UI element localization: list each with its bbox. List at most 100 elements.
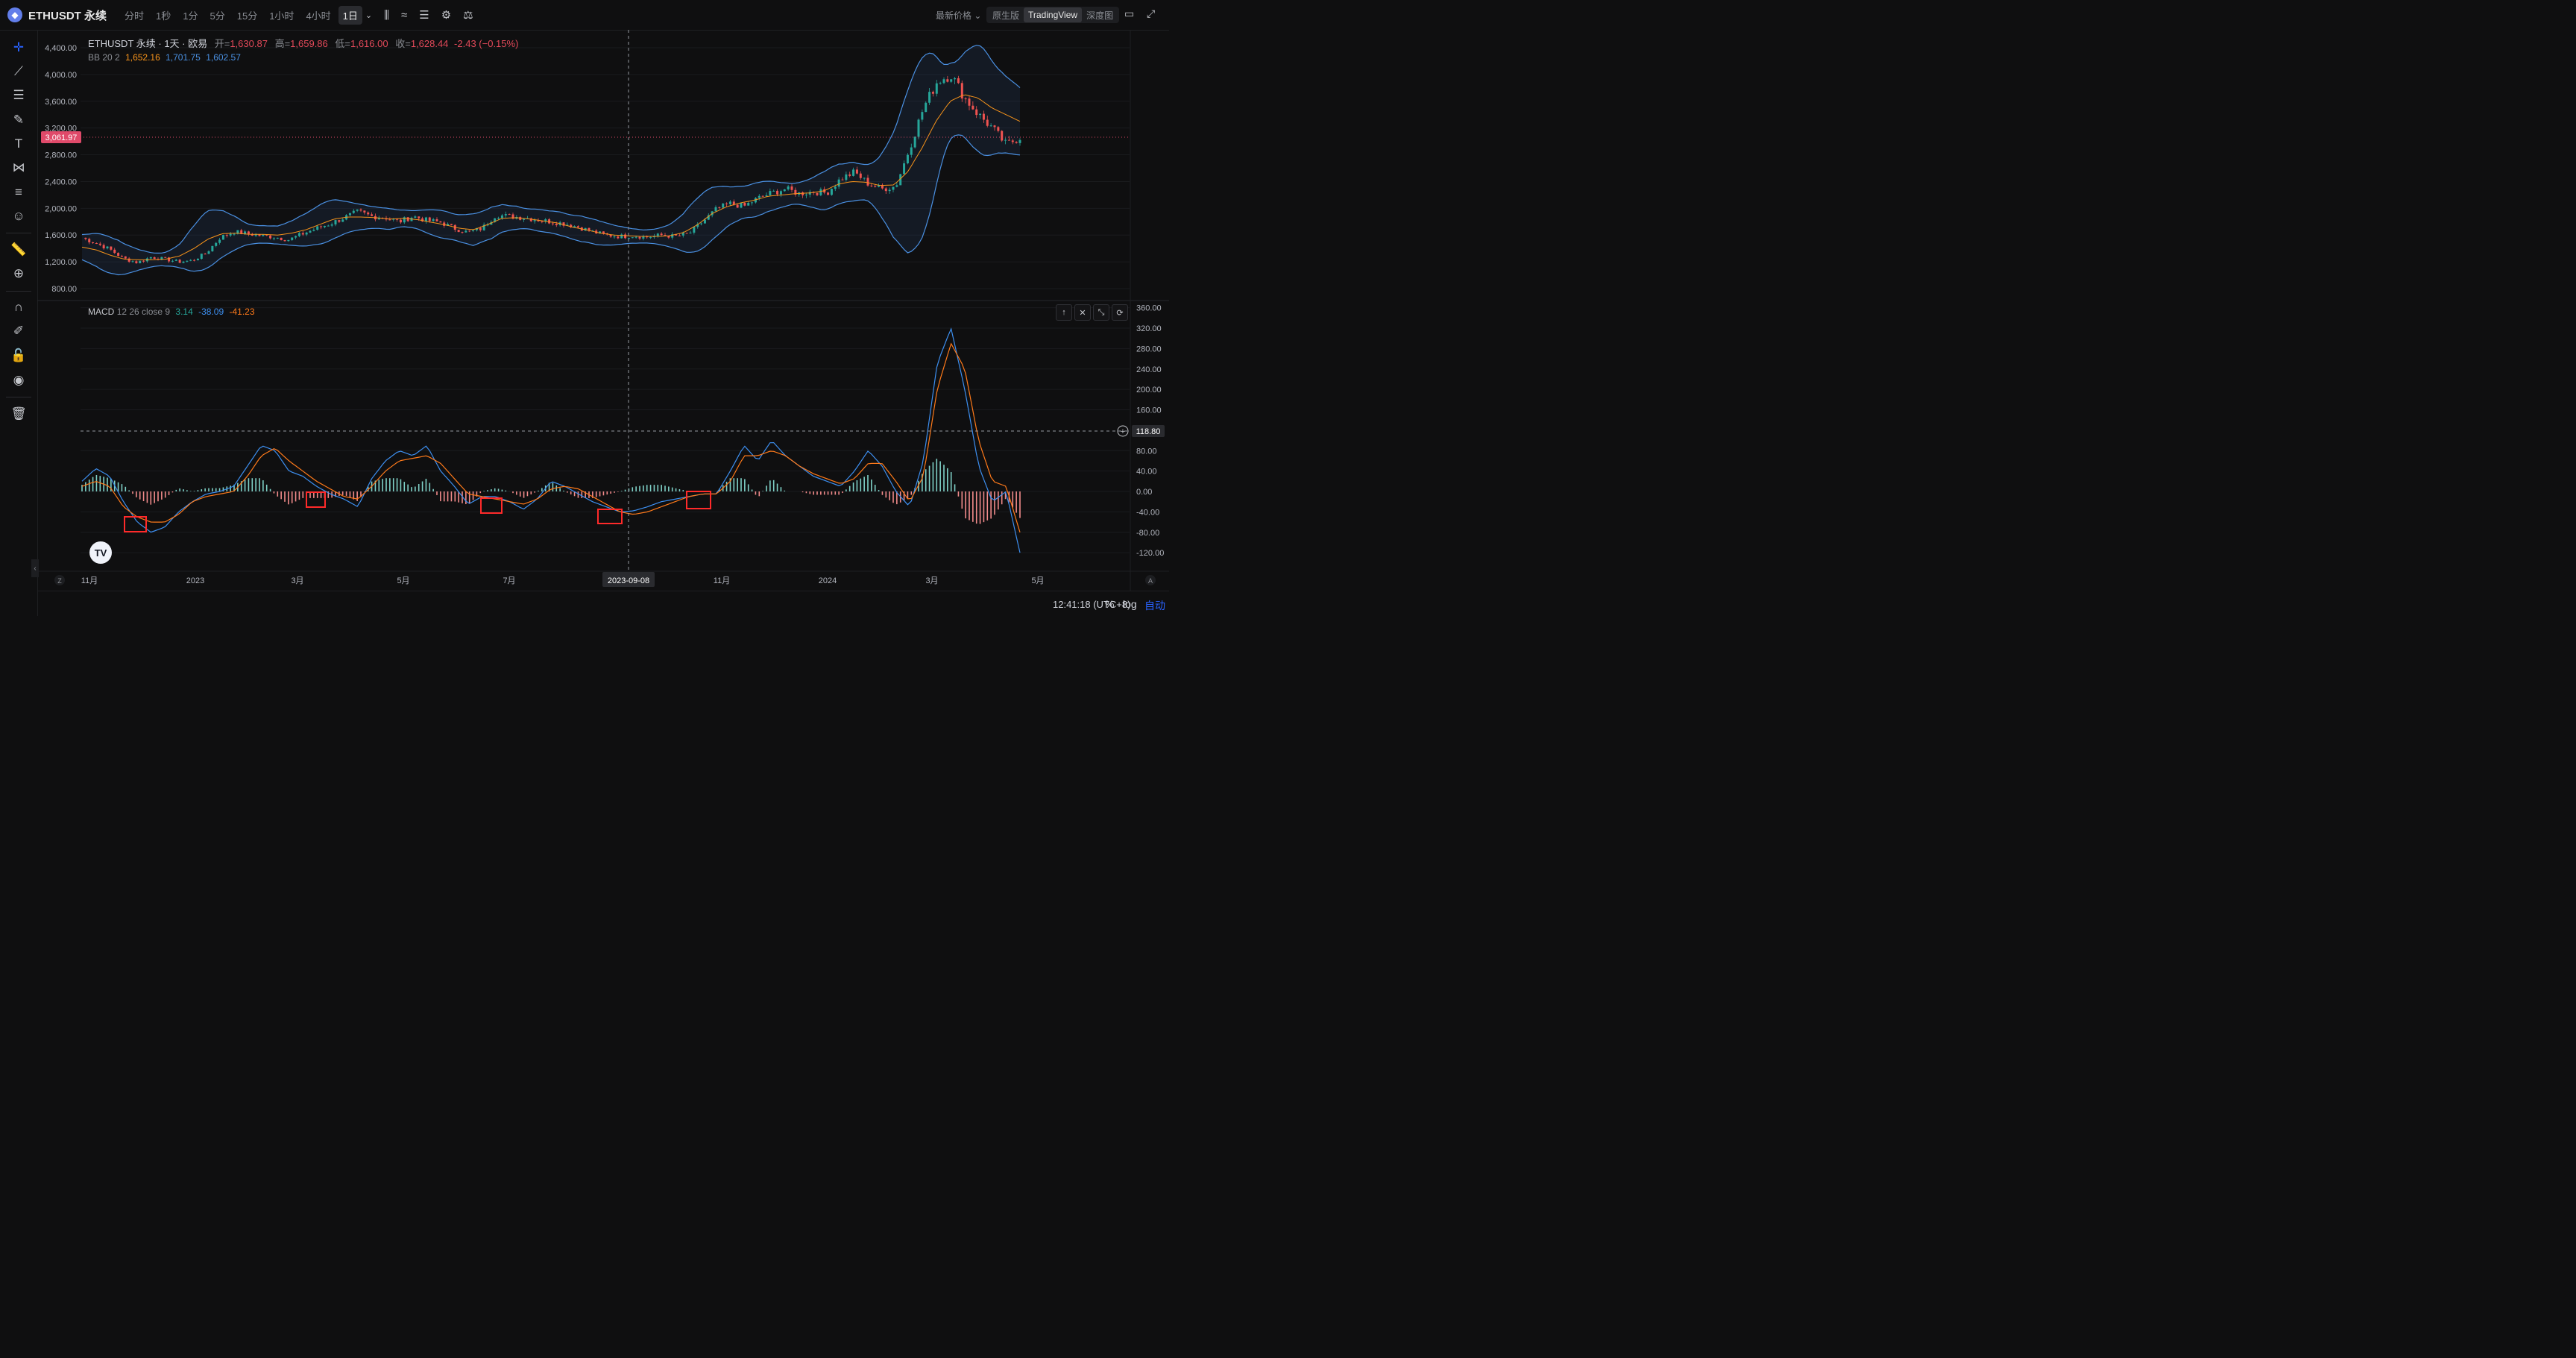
time-tick-label: 5月 — [1031, 576, 1044, 585]
trend-line-icon[interactable]: ⟋ — [9, 62, 28, 81]
candle-body — [1007, 139, 1010, 141]
ruler-icon[interactable]: 📏 — [9, 240, 28, 260]
high-value: 1,659.86 — [290, 38, 328, 49]
candle-body — [928, 92, 931, 103]
candle-body — [127, 258, 130, 262]
interval-1s[interactable]: 1秒 — [151, 6, 175, 25]
symbol-selector[interactable]: ETHUSDT 永续 — [28, 7, 107, 23]
candle-body — [428, 217, 431, 221]
fib-icon[interactable]: ≡ — [9, 183, 28, 202]
candle-body — [555, 224, 558, 225]
candle-body — [620, 234, 623, 239]
view-tradingview[interactable]: TradingView — [1024, 7, 1083, 22]
candle-body — [323, 225, 326, 227]
emoji-icon[interactable]: ☺ — [9, 207, 28, 226]
candle-body — [490, 221, 493, 225]
text-icon[interactable]: T — [9, 134, 28, 154]
layout-icon[interactable]: ▭ — [1124, 7, 1134, 20]
candle-body — [211, 245, 214, 252]
price-tick-label: 4,400.00 — [45, 44, 77, 53]
candle-body — [399, 219, 402, 223]
pane-up-button[interactable]: ↑ — [1056, 304, 1072, 321]
interval-tick[interactable]: 分时 — [120, 6, 148, 25]
candle-body — [627, 238, 630, 239]
candle-body — [570, 224, 573, 227]
candle-body — [925, 102, 928, 113]
interval-1d[interactable]: 1日 — [338, 5, 362, 25]
price-type-selector[interactable]: 最新价格 ⌄ — [936, 9, 981, 22]
percent-button[interactable]: % — [1105, 598, 1114, 610]
macd-tick-label: 40.00 — [1136, 468, 1157, 477]
candle-body — [189, 260, 192, 261]
interval-15m[interactable]: 15分 — [233, 6, 262, 25]
eye-icon[interactable]: ◉ — [9, 371, 28, 390]
candle-body — [117, 253, 120, 257]
candle-body — [475, 227, 478, 230]
candle-body — [95, 243, 98, 245]
interval-5m[interactable]: 5分 — [206, 6, 230, 25]
brush-icon[interactable]: ✎ — [9, 110, 28, 130]
time-tick-label: 3月 — [291, 576, 303, 585]
macd-tick-label: 160.00 — [1136, 406, 1162, 415]
collapse-toolbar-button[interactable]: ‹ — [31, 559, 39, 577]
gear-icon[interactable]: ⚙ — [441, 8, 451, 22]
candle-body — [500, 215, 503, 219]
candle-body — [371, 214, 374, 216]
candle-body — [511, 214, 514, 219]
candle-body — [515, 217, 518, 219]
log-button[interactable]: log — [1123, 598, 1137, 610]
list-icon[interactable]: ☰ — [419, 8, 429, 22]
candle-body — [703, 219, 706, 224]
crosshair-icon[interactable]: ✛ — [9, 38, 28, 57]
candle-body — [743, 202, 746, 206]
bb-params: 20 2 — [102, 52, 120, 63]
lock-icon[interactable]: 🔓 — [9, 346, 28, 365]
trash-icon[interactable]: 🗑 — [9, 404, 28, 424]
pane-close-button[interactable]: ✕ — [1074, 304, 1091, 321]
open-value: 1,630.87 — [230, 38, 268, 49]
close-value: 1,628.44 — [410, 38, 449, 49]
candle-body — [523, 219, 526, 220]
candle-body — [946, 79, 949, 82]
interval-4h[interactable]: 4小时 — [301, 6, 335, 25]
pane-maximize-button[interactable]: ⟳ — [1112, 304, 1128, 321]
interval-1m[interactable]: 1分 — [178, 6, 202, 25]
horizontal-lines-icon[interactable]: ☰ — [9, 86, 28, 105]
clock-label[interactable]: 12:41:18 (UTC+8) — [1053, 599, 1130, 610]
scale-icon[interactable]: ⚖ — [463, 8, 473, 22]
fullscreen-icon[interactable]: ⤢ — [1147, 7, 1155, 20]
price-legend: ETHUSDT 永续 · 1天 · 欧易 开=1,630.87 高=1,659.… — [88, 36, 518, 50]
candle-body — [863, 177, 866, 179]
view-depth[interactable]: 深度图 — [1082, 7, 1118, 24]
candle-body — [892, 186, 895, 190]
zoom-in-icon[interactable]: ⊕ — [9, 264, 28, 283]
price-tick-label: 1,200.00 — [45, 258, 77, 267]
zoom-reset-label: Z — [57, 577, 62, 585]
candle-body — [472, 230, 475, 231]
candle-body — [359, 209, 362, 211]
candle-body — [396, 219, 399, 220]
pattern-icon[interactable]: ⋈ — [9, 158, 28, 177]
plus-icon: + — [1121, 427, 1125, 436]
candle-body — [149, 257, 152, 259]
candle-body — [649, 237, 652, 239]
tradingview-logo: TV — [89, 541, 112, 564]
auto-button[interactable]: 自动 — [1144, 598, 1165, 613]
candle-body — [276, 237, 279, 239]
price-tick-label: 800.00 — [51, 285, 77, 294]
candle-body — [884, 188, 887, 192]
lock-drawing-icon[interactable]: ✐ — [9, 321, 28, 341]
bollinger-fill — [82, 45, 1020, 275]
view-native[interactable]: 原生版 — [988, 7, 1024, 24]
indicators-icon[interactable]: ≈ — [401, 9, 407, 22]
candle-body — [913, 136, 916, 148]
magnet-icon[interactable]: ∩ — [9, 298, 28, 317]
candle-body — [779, 191, 782, 195]
candle-type-icon[interactable]: ⫼ — [384, 9, 389, 22]
candle-body — [251, 233, 253, 236]
chevron-down-icon[interactable]: ⌄ — [365, 10, 372, 20]
candle-body — [631, 237, 634, 239]
pane-collapse-button[interactable]: ⤡ — [1093, 304, 1109, 321]
interval-1h[interactable]: 1小时 — [265, 6, 298, 25]
candle-body — [595, 230, 598, 234]
